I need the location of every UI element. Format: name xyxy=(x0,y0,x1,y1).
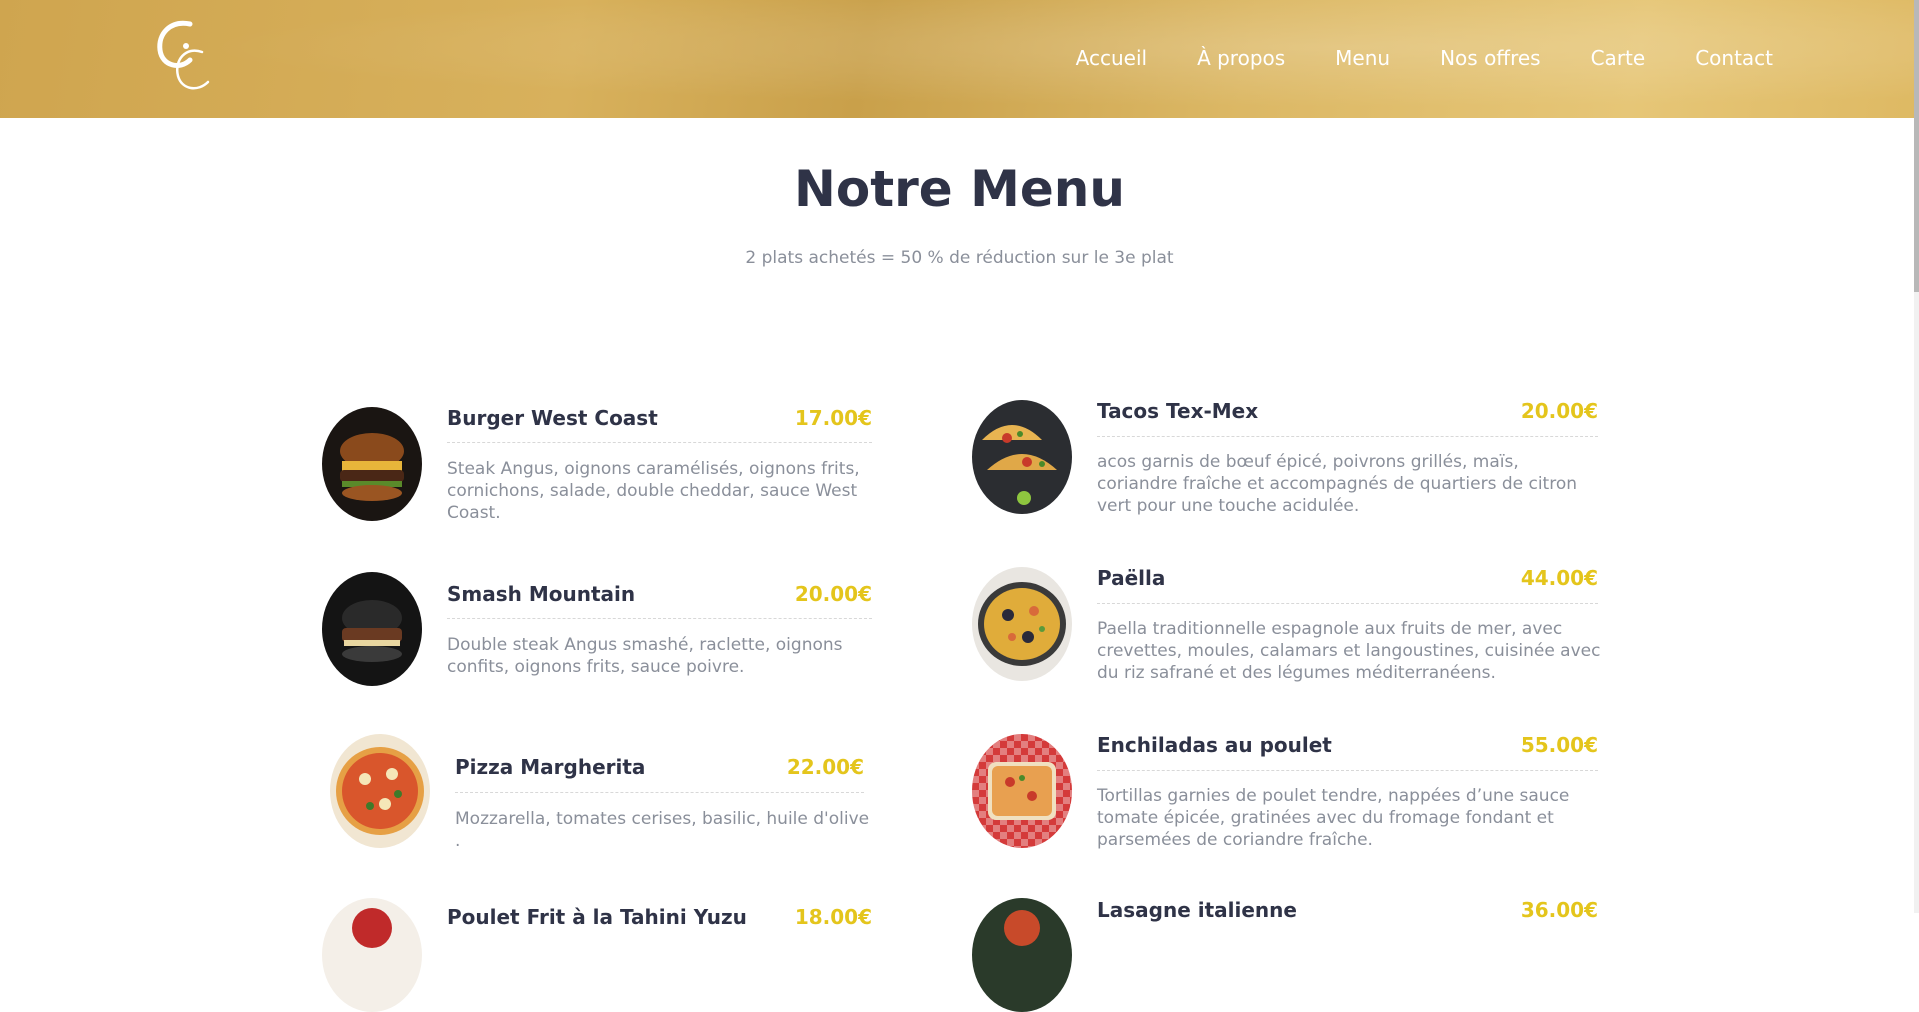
nav-accueil[interactable]: Accueil xyxy=(1076,46,1147,70)
nav-a-propos[interactable]: À propos xyxy=(1197,46,1285,70)
item-price: 44.00€ xyxy=(1520,566,1598,590)
item-price: 17.00€ xyxy=(794,406,872,430)
dotted-divider xyxy=(447,618,872,619)
nav-contact[interactable]: Contact xyxy=(1695,46,1773,70)
item-price: 22.00€ xyxy=(786,755,864,779)
nav-carte[interactable]: Carte xyxy=(1591,46,1646,70)
lasagne-image xyxy=(972,898,1072,1012)
burger-image xyxy=(322,407,422,521)
item-description: Steak Angus, oignons caramélisés, oignon… xyxy=(447,459,860,523)
item-name: Poulet Frit à la Tahini Yuzu xyxy=(447,905,747,929)
dotted-divider xyxy=(1097,436,1598,437)
item-description: acos garnis de bœuf épicé, poivrons gril… xyxy=(1097,452,1578,516)
page-scrollbar[interactable] xyxy=(1914,0,1919,913)
dish-image xyxy=(322,898,422,1012)
main-nav: Accueil À propos Menu Nos offres Carte C… xyxy=(1076,46,1773,70)
item-price: 55.00€ xyxy=(1520,733,1598,757)
dotted-divider xyxy=(1097,770,1598,771)
page-title: Notre Menu xyxy=(794,160,1125,218)
brand-logo[interactable] xyxy=(150,16,214,94)
item-price: 36.00€ xyxy=(1520,898,1598,922)
item-name: Burger West Coast xyxy=(447,406,658,430)
item-price: 20.00€ xyxy=(1520,399,1598,423)
item-description: Mozzarella, tomates cerises, basilic, hu… xyxy=(455,809,870,851)
item-name: Pizza Margherita xyxy=(455,755,646,779)
paella-image xyxy=(972,567,1072,681)
item-price: 20.00€ xyxy=(794,582,872,606)
item-name: Lasagne italienne xyxy=(1097,898,1297,922)
nav-nos-offres[interactable]: Nos offres xyxy=(1440,46,1541,70)
item-name: Paëlla xyxy=(1097,566,1166,590)
item-description: Paella traditionnelle espagnole aux frui… xyxy=(1097,619,1601,683)
item-description: Double steak Angus smashé, raclette, oig… xyxy=(447,635,843,677)
smash-burger-image xyxy=(322,572,422,686)
item-description: Tortillas garnies de poulet tendre, napp… xyxy=(1097,786,1570,850)
item-name: Smash Mountain xyxy=(447,582,636,606)
site-header: Accueil À propos Menu Nos offres Carte C… xyxy=(0,0,1919,118)
dotted-divider xyxy=(455,792,864,793)
item-price: 18.00€ xyxy=(794,905,872,929)
item-name: Tacos Tex-Mex xyxy=(1097,399,1259,423)
tacos-image xyxy=(972,400,1072,514)
enchiladas-image xyxy=(972,734,1072,848)
dotted-divider xyxy=(447,442,872,443)
dotted-divider xyxy=(1097,603,1598,604)
pizza-image xyxy=(330,734,430,848)
page-subtitle: 2 plats achetés = 50 % de réduction sur … xyxy=(745,248,1174,268)
item-name: Enchiladas au poulet xyxy=(1097,733,1332,757)
nav-menu[interactable]: Menu xyxy=(1335,46,1390,70)
